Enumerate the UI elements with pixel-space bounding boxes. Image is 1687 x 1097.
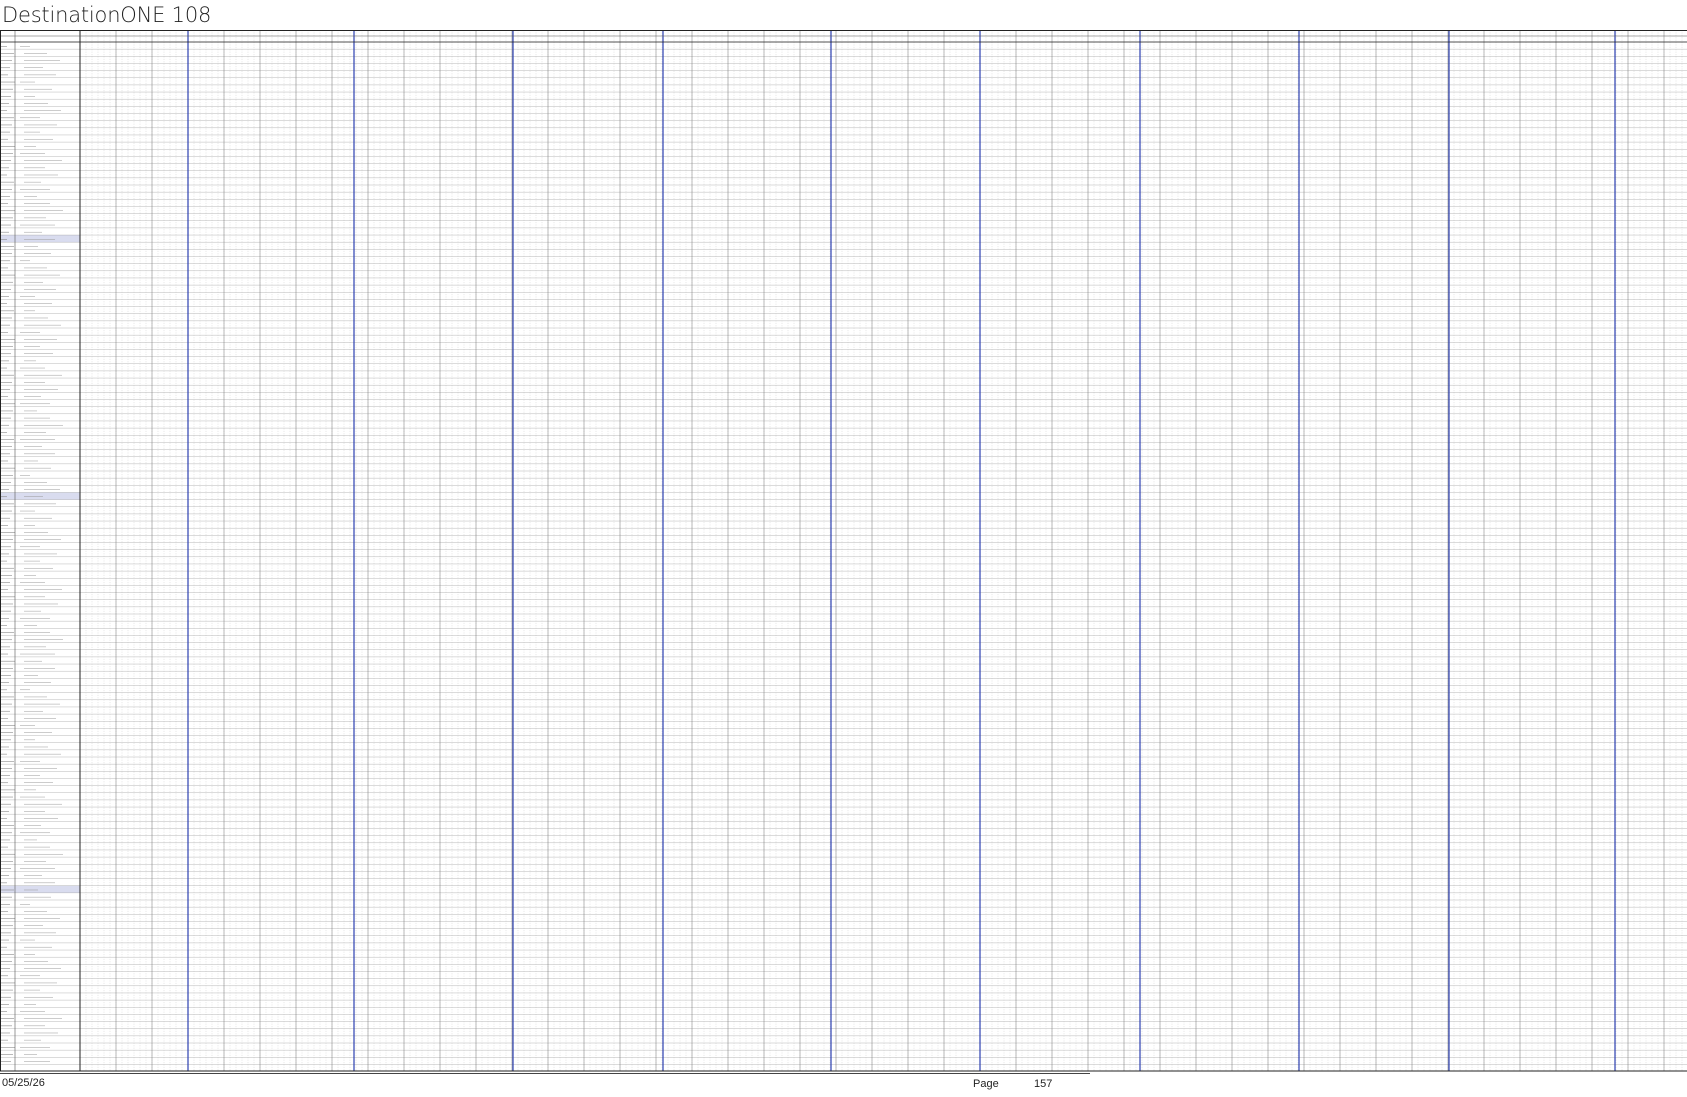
highlight-row (0, 492, 80, 500)
group-separators (187, 30, 1616, 1071)
footer-date: 05/25/26 (2, 1077, 45, 1089)
grid-columns (79, 30, 1683, 1071)
grid-rows (0, 41, 1687, 1065)
schedule-grid (0, 30, 1687, 1072)
highlight-row (0, 885, 80, 893)
highlight-row (0, 235, 80, 243)
footer-page-number: 157 (1034, 1078, 1053, 1090)
footer-page-label: Page (973, 1078, 999, 1090)
grid-frame (0, 30, 1687, 1072)
document-title: DestinationONE 108 (2, 3, 212, 27)
footer-rule (0, 1073, 1090, 1074)
